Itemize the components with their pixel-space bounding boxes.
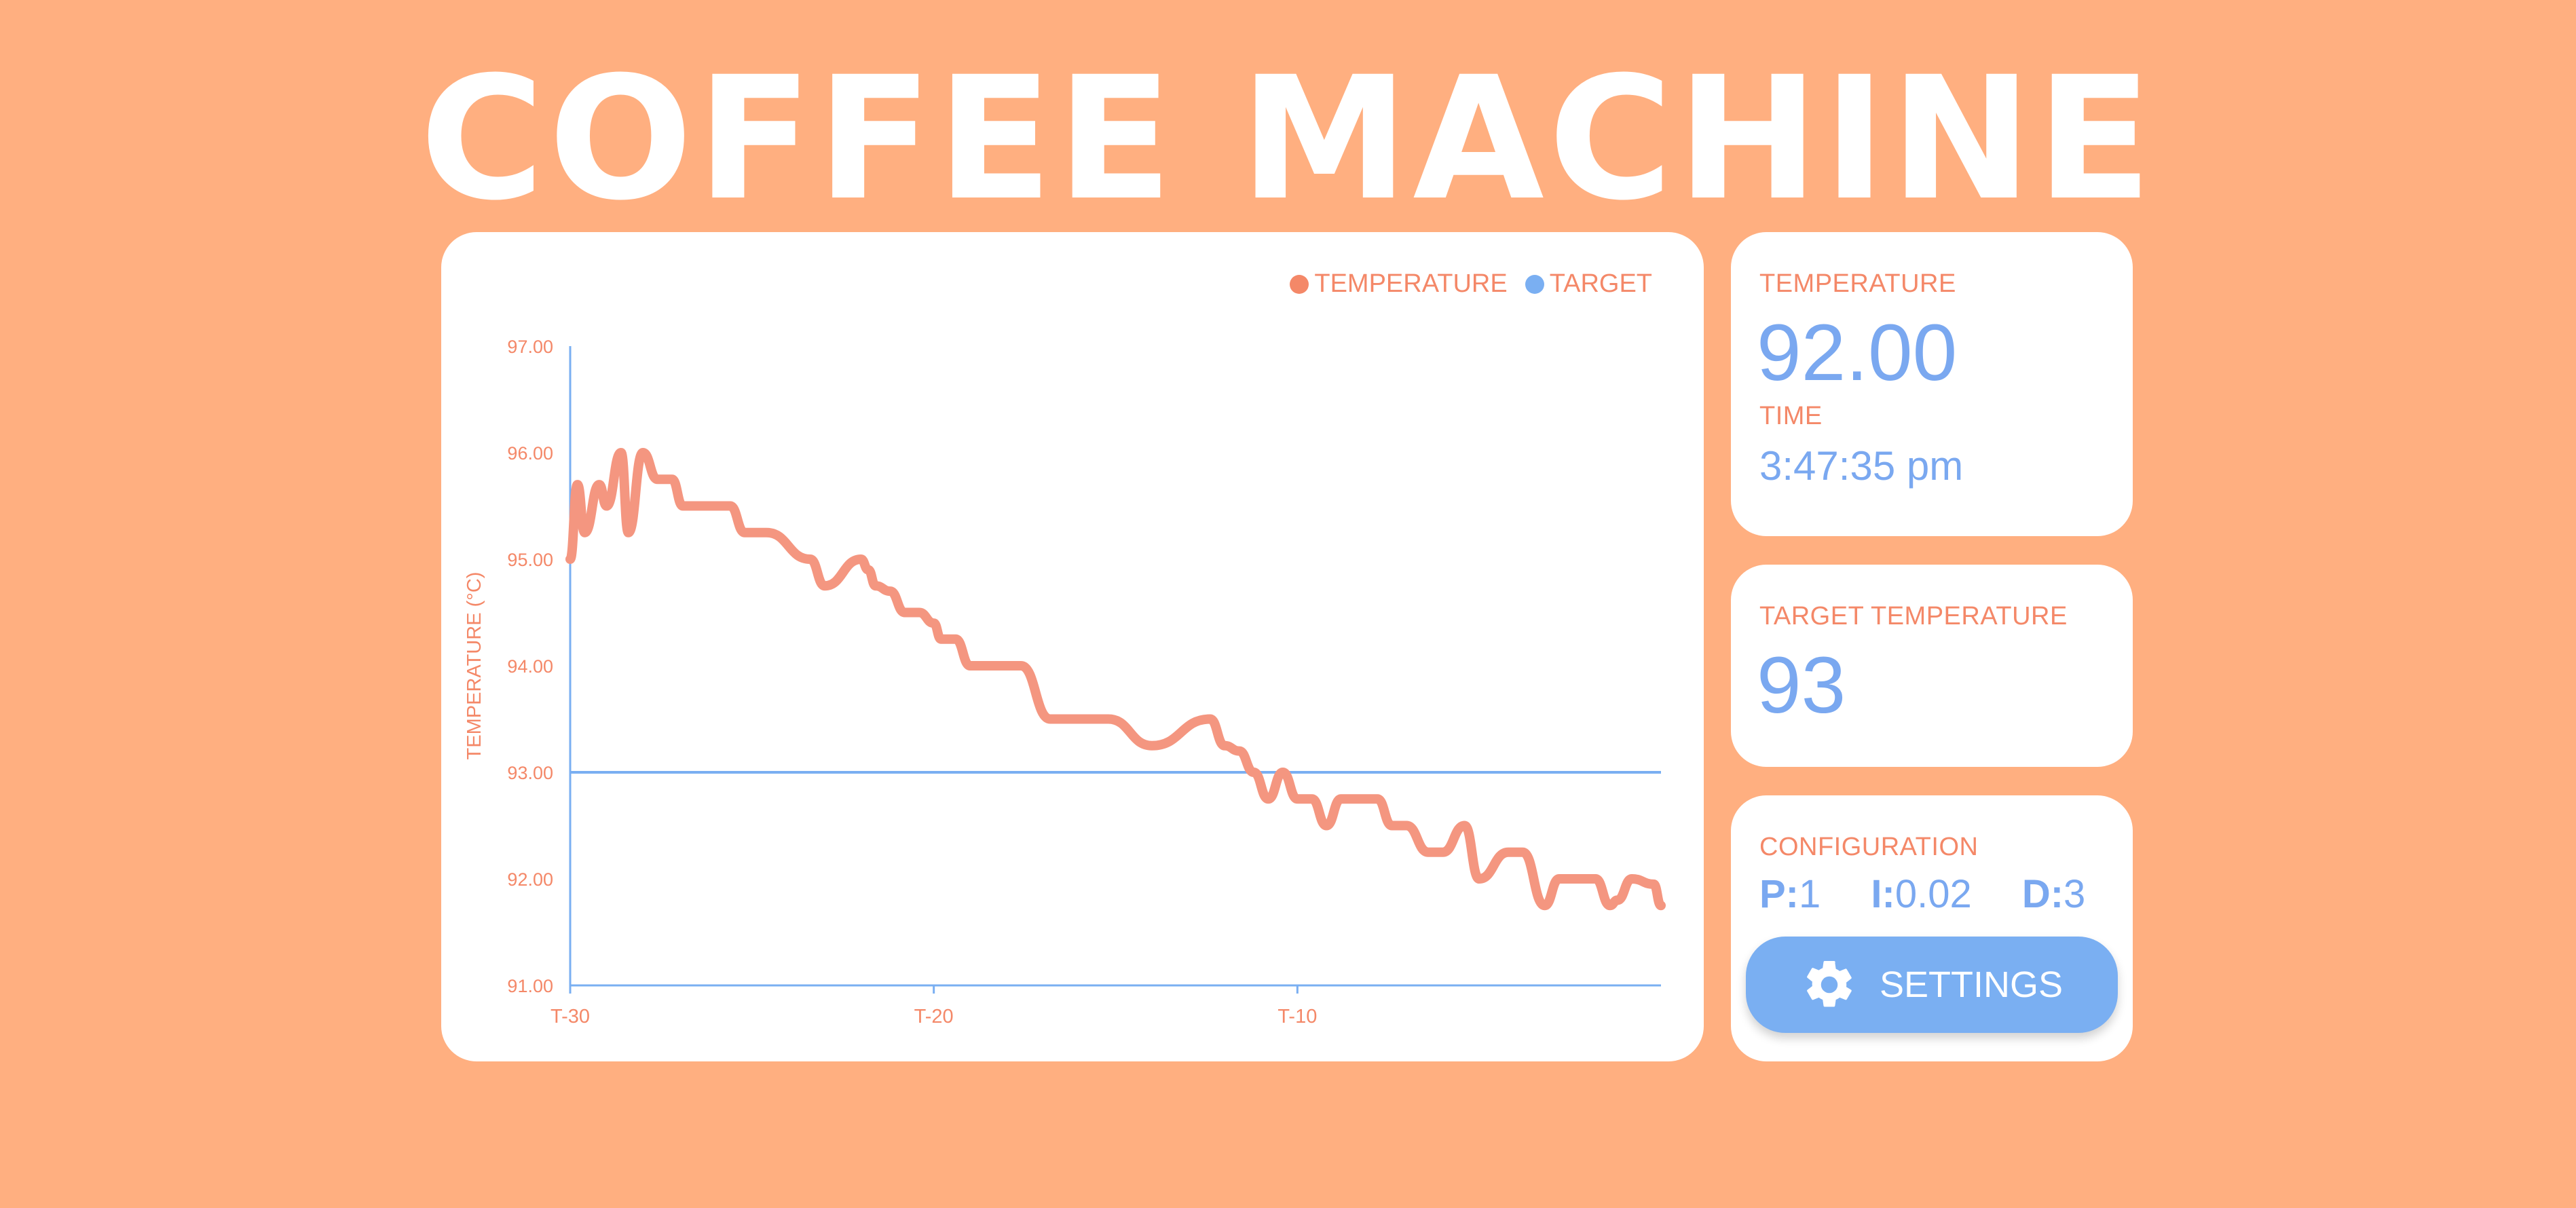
current-temperature-card: TEMPERATURE 92.00 TIME 3:47:35 pm bbox=[1731, 232, 2133, 536]
time-value: 3:47:35 pm bbox=[1759, 443, 1964, 489]
temperature-label: TEMPERATURE bbox=[1759, 269, 1956, 298]
y-tick-label: 92.00 bbox=[507, 869, 553, 890]
d-value: D:3 bbox=[2021, 872, 2086, 916]
temperature-value: 92.00 bbox=[1757, 308, 1958, 398]
app-title: COFFEE MACHINE bbox=[419, 40, 2157, 238]
settings-button[interactable]: SETTINGS bbox=[1746, 937, 2118, 1033]
y-tick-label: 95.00 bbox=[507, 550, 553, 570]
target-temperature-value: 93 bbox=[1757, 641, 1846, 730]
x-tick-label: T-10 bbox=[1277, 1006, 1317, 1027]
configuration-label: CONFIGURATION bbox=[1759, 833, 1979, 861]
y-axis-label: TEMPERATURE (°C) bbox=[464, 572, 485, 760]
p-value: P:1 bbox=[1759, 872, 1821, 916]
y-tick-label: 96.00 bbox=[507, 443, 553, 464]
i-value: I:0.02 bbox=[1871, 872, 1972, 916]
x-tick-label: T-30 bbox=[550, 1006, 590, 1027]
time-label: TIME bbox=[1759, 402, 1823, 430]
y-tick-label: 97.00 bbox=[507, 337, 553, 357]
temperature-chart-card: TEMPERATURE TARGET 91.00 92.00 93.00 94.00 9… bbox=[441, 232, 1704, 1061]
x-tick-label: T-20 bbox=[914, 1006, 954, 1027]
target-temperature-card: TARGET TEMPERATURE 93 bbox=[1731, 565, 2133, 767]
settings-button-label: SETTINGS bbox=[1879, 964, 2064, 1005]
configuration-card: CONFIGURATION P:1 I:0.02 D:3 SETTINGS bbox=[1731, 795, 2133, 1061]
y-tick-label: 91.00 bbox=[507, 976, 553, 996]
temperature-series-line bbox=[565, 448, 1666, 911]
y-tick-label: 94.00 bbox=[507, 656, 553, 677]
y-tick-label: 93.00 bbox=[507, 763, 553, 783]
target-temperature-label: TARGET TEMPERATURE bbox=[1759, 602, 2068, 630]
gear-icon bbox=[1807, 960, 1852, 1007]
temperature-line-chart: 91.00 92.00 93.00 94.00 95.00 96.00 97.00 T-30 T… bbox=[464, 337, 1666, 1027]
pid-values: P:1 I:0.02 D:3 bbox=[1759, 871, 2125, 917]
